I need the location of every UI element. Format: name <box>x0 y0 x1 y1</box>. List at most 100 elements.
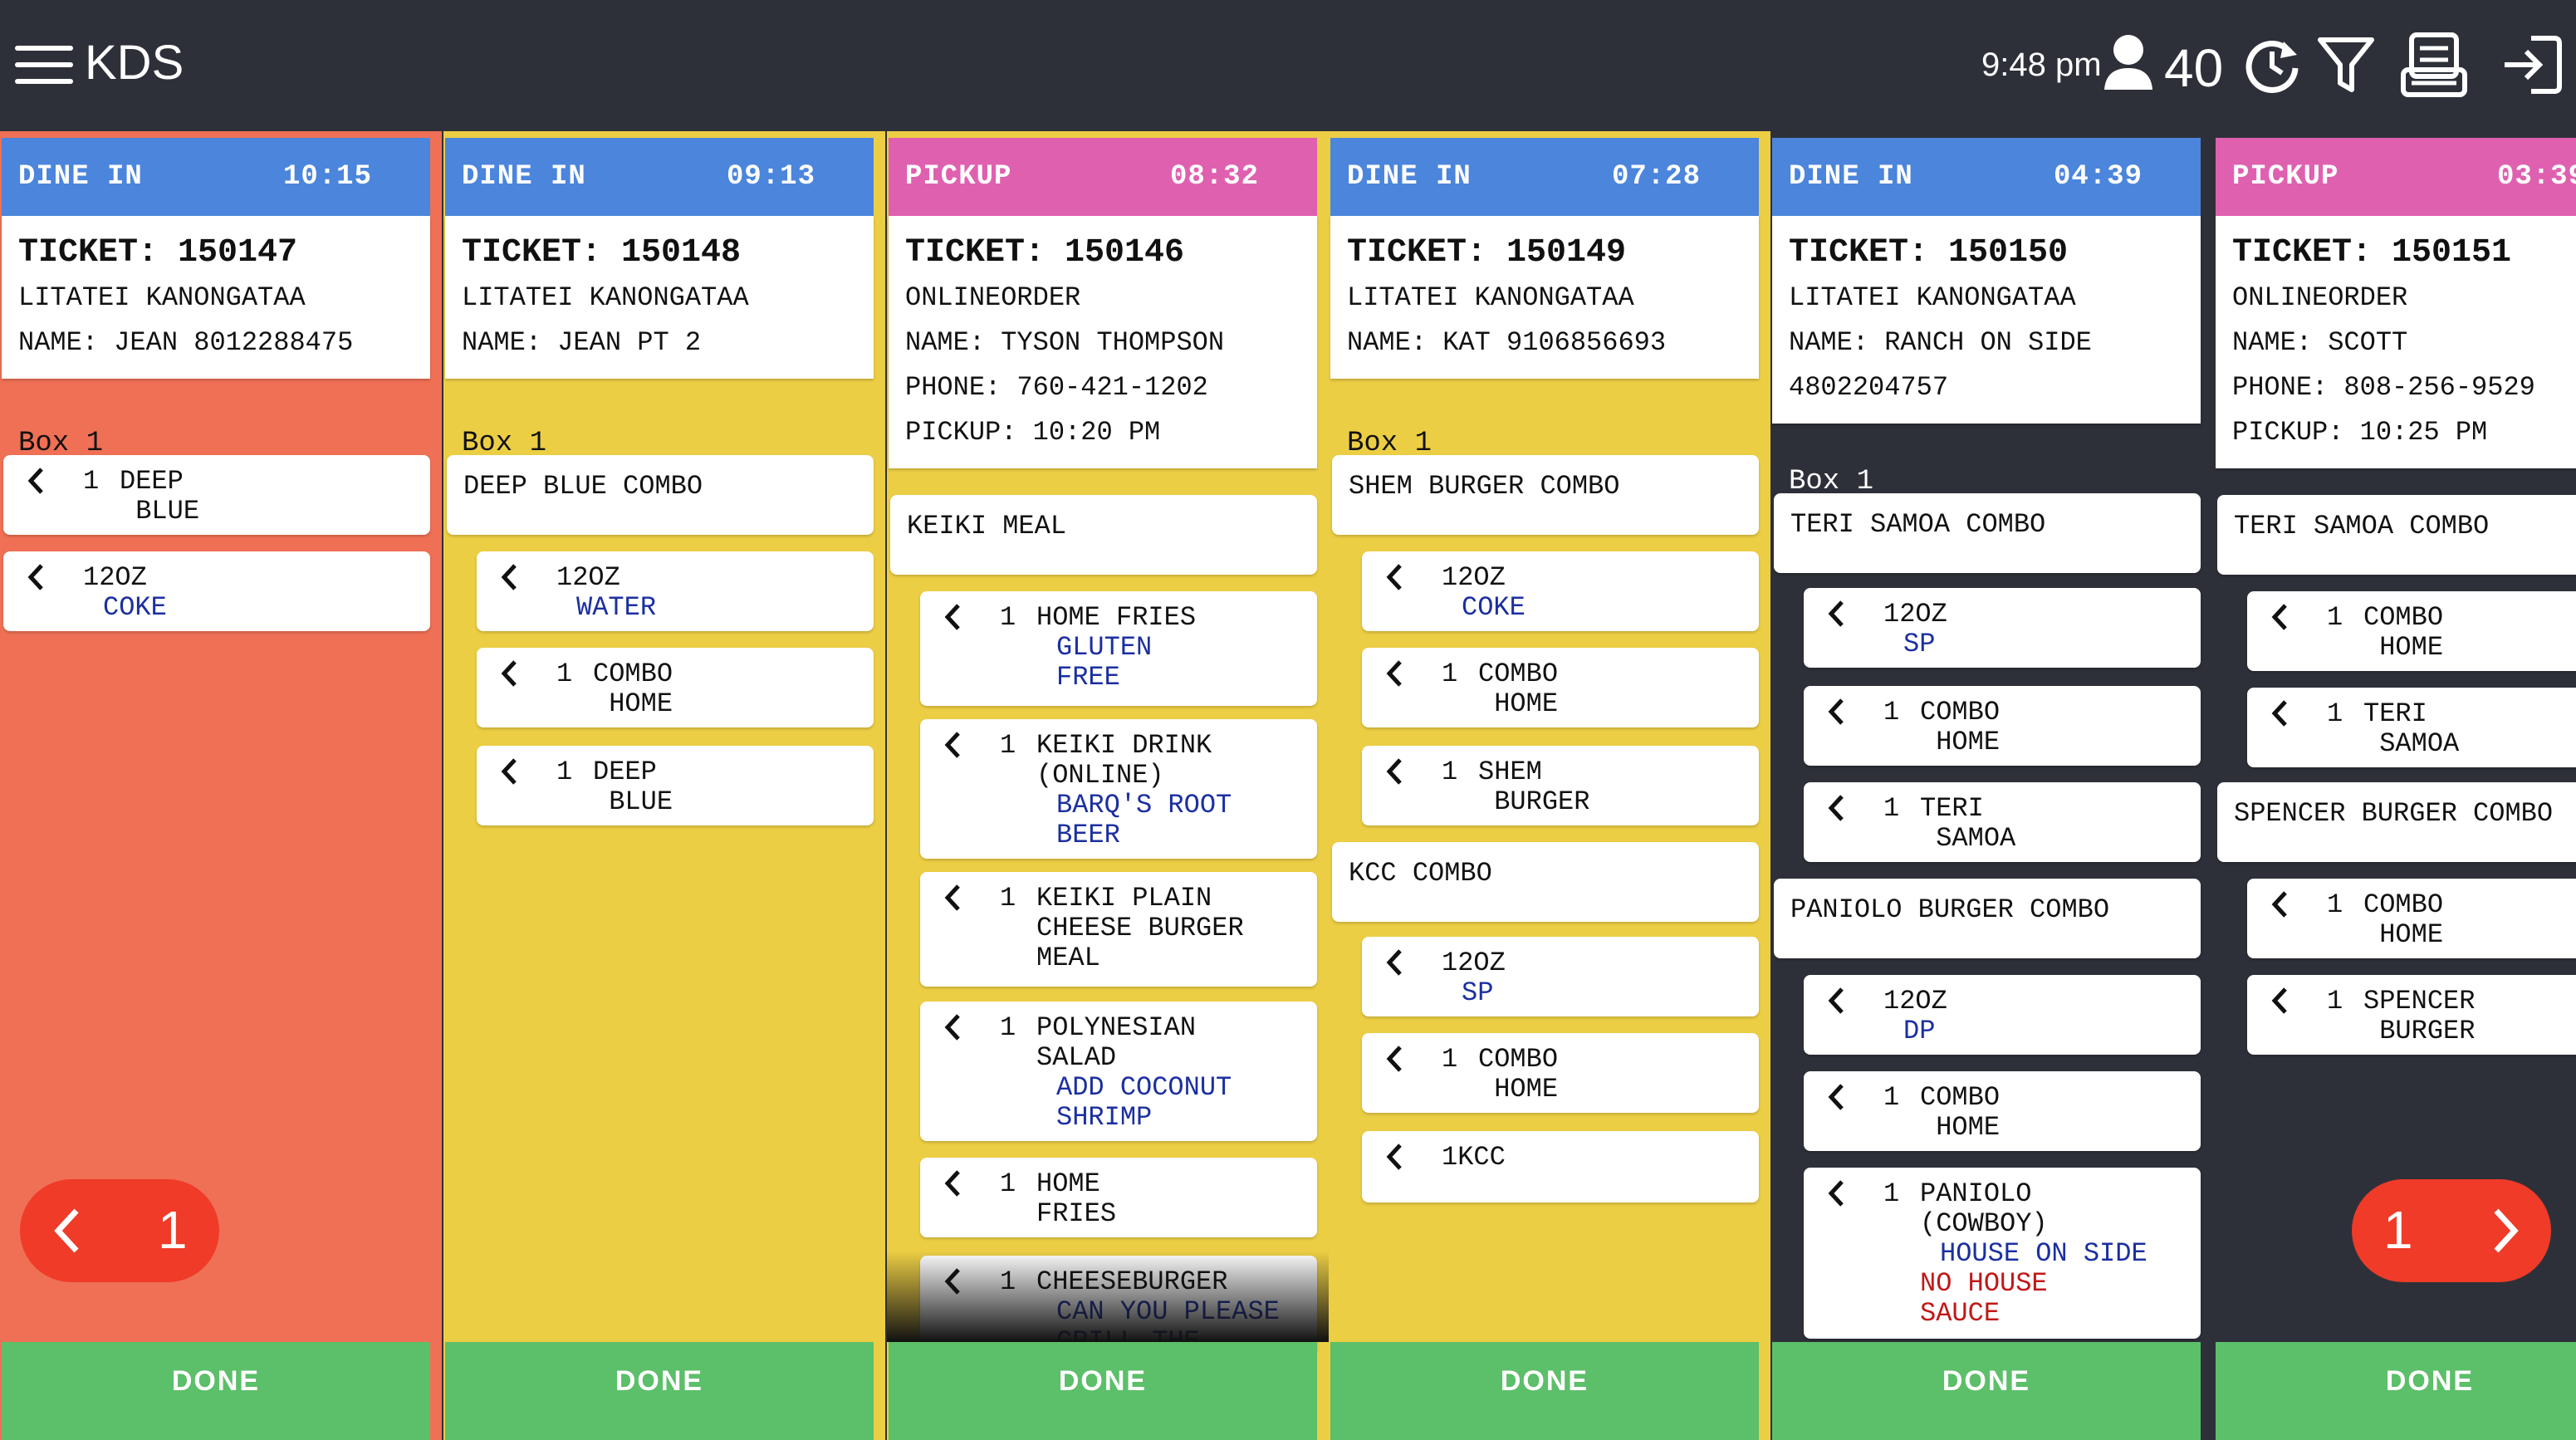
ticket-detail-line: 4802204757 <box>1789 372 1949 403</box>
order-item[interactable]: 12OZ COKE <box>1362 551 1759 631</box>
order-item[interactable]: 1 DEEP BLUE <box>477 746 874 825</box>
chevron-left-icon[interactable] <box>27 563 45 591</box>
orders-icon[interactable] <box>2400 32 2468 98</box>
chevron-left-icon[interactable] <box>1827 698 1845 726</box>
item-quantity: 1 <box>1883 697 1900 727</box>
item-name: KEIKI DRINK (ONLINE) <box>1036 730 1212 791</box>
order-item[interactable]: 1 COMBO HOME <box>477 648 874 727</box>
chevron-left-icon[interactable] <box>943 731 962 759</box>
item-quantity: 1 <box>1883 1178 1900 1209</box>
ticket-column: DINE IN 07:28 TICKET: 150149 LITATEI KANONG… <box>1329 131 1770 1440</box>
chevron-left-icon[interactable] <box>500 757 518 786</box>
item-modifier-removal: NO HOUSE SAUCE <box>1920 1268 2048 1329</box>
chevron-left-icon[interactable] <box>1385 1045 1403 1073</box>
chevron-left-icon[interactable] <box>500 563 518 591</box>
refresh-icon[interactable] <box>2242 35 2302 95</box>
chevron-left-icon[interactable] <box>1827 600 1845 628</box>
item-name: SHEM BURGER <box>1478 757 1590 817</box>
chevron-left-icon[interactable] <box>1827 1083 1845 1111</box>
ticket-detail-line: LITATEI KANONGATAA <box>1789 282 2076 313</box>
filter-icon[interactable] <box>2317 35 2375 95</box>
combo-name: KEIKI MEAL <box>907 511 1067 541</box>
item-name: 12OZ <box>1883 599 1947 629</box>
order-item[interactable]: 1 COMBO HOME <box>1804 1071 2201 1151</box>
chevron-left-icon[interactable] <box>943 1169 962 1198</box>
done-button[interactable]: DONE <box>2 1342 430 1440</box>
order-item[interactable]: 1 COMBO HOME <box>2247 591 2576 671</box>
order-item[interactable]: 1 SHEM BURGER <box>1362 746 1759 825</box>
chevron-left-icon[interactable] <box>943 884 962 912</box>
chevron-right-icon <box>2494 1208 2519 1253</box>
order-item[interactable]: 1 TERI SAMOA <box>2247 688 2576 767</box>
chevron-left-icon[interactable] <box>943 603 962 631</box>
item-name: COMBO HOME <box>1478 659 1559 719</box>
chevron-left-icon[interactable] <box>2270 699 2289 727</box>
combo-header[interactable]: KEIKI MEAL <box>890 495 1317 575</box>
item-name: SPENCER BURGER <box>2363 986 2476 1046</box>
item-modifier: BARQ'S ROOT BEER <box>1056 790 1232 850</box>
done-button[interactable]: DONE <box>1772 1342 2201 1440</box>
ticket-info: TICKET: 150148 LITATEI KANONGATAA NAME: JE… <box>445 216 874 379</box>
order-item[interactable]: 1 COMBO HOME <box>1362 1033 1759 1113</box>
combo-header[interactable]: TERI SAMOA COMBO <box>1774 493 2201 573</box>
order-item[interactable]: 1 DEEP BLUE <box>3 455 430 535</box>
chevron-left-icon[interactable] <box>1385 948 1403 977</box>
order-item[interactable]: 1 PANIOLO (COWBOY) HOUSE ON SIDE NO HOUSE S… <box>1804 1168 2201 1339</box>
order-item[interactable]: 1 COMBO HOME <box>1362 648 1759 727</box>
combo-header[interactable]: DEEP BLUE COMBO <box>447 455 874 535</box>
item-name: 12OZ <box>83 562 147 593</box>
combo-header[interactable]: TERI SAMOA COMBO <box>2217 495 2576 575</box>
page-next-button[interactable]: 1 <box>2352 1179 2551 1282</box>
done-button[interactable]: DONE <box>445 1342 874 1440</box>
ticket-number: TICKET: 150149 <box>1347 234 1627 272</box>
item-modifier: COKE <box>103 592 167 623</box>
chevron-left-icon[interactable] <box>1827 1179 1845 1207</box>
order-item[interactable]: 1 POLYNESIAN SALAD ADD COCONUT SHRIMP <box>920 1002 1317 1141</box>
combo-header[interactable]: SHEM BURGER COMBO <box>1332 455 1759 535</box>
item-quantity: 1 <box>1442 1044 1458 1075</box>
logout-icon[interactable] <box>2501 35 2563 95</box>
order-item[interactable]: 1 HOME FRIES GLUTEN FREE <box>920 591 1317 706</box>
order-item[interactable]: 1 TERI SAMOA <box>1804 782 2201 862</box>
order-item[interactable]: 1 SPENCER BURGER <box>2247 975 2576 1055</box>
combo-header[interactable]: PANIOLO BURGER COMBO <box>1774 879 2201 958</box>
item-quantity: 1 <box>1000 1168 1016 1199</box>
done-button[interactable]: DONE <box>889 1342 1317 1440</box>
order-item[interactable]: 12OZ SP <box>1804 588 2201 668</box>
item-name: PANIOLO (COWBOY) <box>1920 1178 2048 1239</box>
chevron-left-icon[interactable] <box>2270 603 2289 631</box>
chevron-left-icon[interactable] <box>1827 794 1845 822</box>
chevron-left-icon[interactable] <box>27 467 45 495</box>
page-next-number: 1 <box>2383 1200 2413 1260</box>
order-type: DINE IN <box>1789 161 1913 193</box>
order-item[interactable]: 1 COMBO HOME <box>2247 879 2576 958</box>
page-prev-button[interactable]: 1 <box>20 1179 219 1282</box>
chevron-left-icon[interactable] <box>1385 563 1403 591</box>
order-item[interactable]: 12OZ WATER <box>477 551 874 631</box>
item-modifier: SP <box>1462 977 1494 1008</box>
order-item[interactable]: 1KCC <box>1362 1131 1759 1202</box>
done-button[interactable]: DONE <box>1330 1342 1759 1440</box>
chevron-left-icon[interactable] <box>1827 987 1845 1015</box>
order-item[interactable]: 1 KEIKI DRINK (ONLINE) BARQ'S ROOT BEER <box>920 719 1317 859</box>
done-button[interactable]: DONE <box>2216 1342 2576 1440</box>
chevron-left-icon[interactable] <box>1385 659 1403 688</box>
ticket-detail-line: NAME: KAT 9106856693 <box>1347 327 1667 358</box>
chevron-left-icon[interactable] <box>2270 987 2289 1015</box>
order-item[interactable]: 12OZ SP <box>1362 937 1759 1016</box>
item-quantity: 1 <box>556 757 573 787</box>
order-item[interactable]: 1 KEIKI PLAIN CHEESE BURGER MEAL <box>920 872 1317 987</box>
combo-header[interactable]: SPENCER BURGER COMBO <box>2217 782 2576 862</box>
chevron-left-icon[interactable] <box>943 1013 962 1041</box>
chevron-left-icon[interactable] <box>2270 890 2289 918</box>
chevron-left-icon[interactable] <box>500 659 518 688</box>
order-item[interactable]: 1 HOME FRIES <box>920 1158 1317 1237</box>
chevron-left-icon[interactable] <box>1385 757 1403 786</box>
combo-header[interactable]: KCC COMBO <box>1332 842 1759 922</box>
menu-icon[interactable] <box>15 44 73 86</box>
order-item[interactable]: 12OZ COKE <box>3 551 430 631</box>
order-item[interactable]: 1 COMBO HOME <box>1804 686 2201 766</box>
ticket-timer: 03:39 <box>2496 161 2576 193</box>
chevron-left-icon[interactable] <box>1385 1143 1403 1171</box>
order-item[interactable]: 12OZ DP <box>1804 975 2201 1055</box>
